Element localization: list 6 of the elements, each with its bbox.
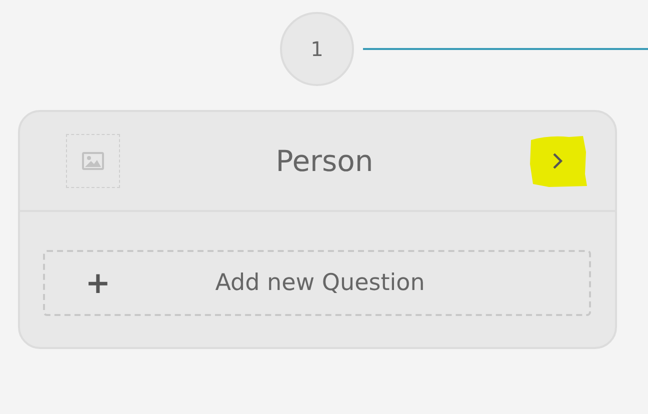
plus-icon: + [85,266,111,300]
image-icon [82,152,104,170]
step-number: 1 [280,12,354,86]
add-question-button[interactable]: + Add new Question [43,250,591,316]
chevron-right-icon[interactable] [552,152,564,170]
card-title: Person [274,144,374,178]
